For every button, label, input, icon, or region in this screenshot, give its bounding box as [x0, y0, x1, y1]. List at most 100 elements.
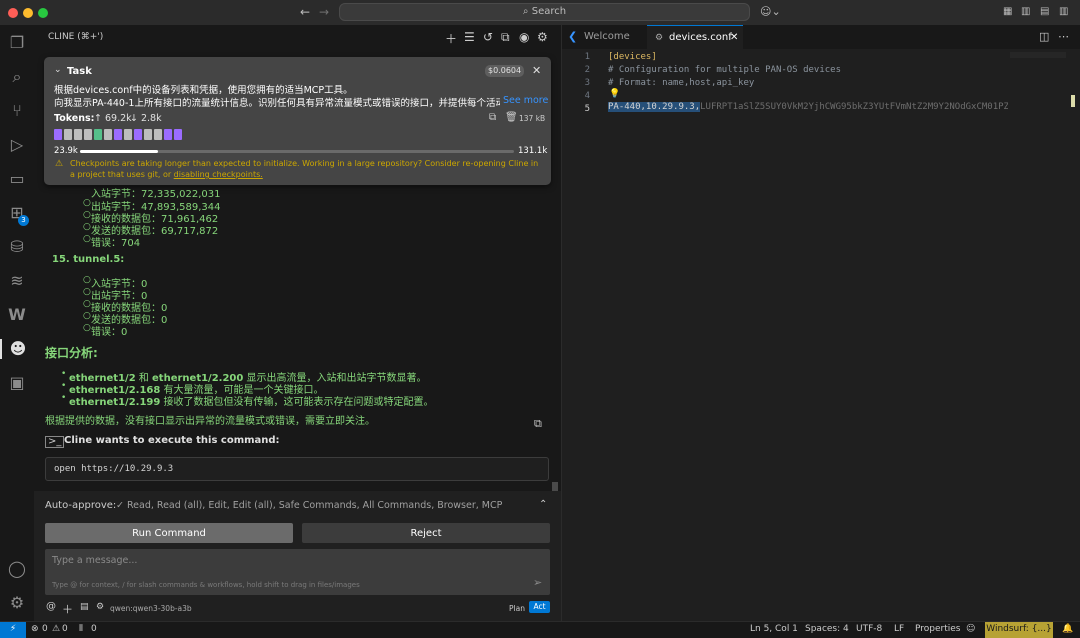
encoding[interactable]: UTF-8 — [856, 622, 882, 637]
tokens-down: ↓ 2.8k — [130, 113, 162, 124]
send-icon[interactable]: ➢ — [533, 576, 542, 589]
copy-icon[interactable]: ⧉ — [534, 417, 542, 431]
search-icon[interactable]: ⌕ — [0, 67, 34, 87]
see-more-link[interactable]: See more — [503, 95, 548, 106]
package-icon[interactable]: ▣ — [0, 373, 34, 393]
task-size: 137 kB — [519, 114, 546, 123]
command-code-block: open https://10.29.9.3 — [45, 457, 549, 481]
errors-icon[interactable]: ⊗ — [31, 622, 39, 637]
windsurf-status[interactable]: Windsurf: {...} — [985, 622, 1053, 638]
auto-approve-settings[interactable]: ✓ Read, Read (all), Edit, Edit (all), Sa… — [116, 500, 502, 511]
layers-icon[interactable]: ≋ — [0, 271, 34, 291]
task-card: ⌄ Task $0.0604 ✕ 根据devices.conf中的设备列表和凭据… — [44, 57, 551, 185]
analysis-heading: 接口分析: — [45, 346, 98, 360]
close-window-button[interactable] — [8, 8, 18, 18]
command-center-search[interactable]: ⌕ Search — [339, 3, 750, 21]
remote-indicator-icon[interactable]: ⚡ — [0, 622, 26, 638]
message-placeholder: Type a message... — [52, 555, 138, 566]
plan-toggle[interactable]: Plan — [509, 604, 525, 613]
cursor-position[interactable]: Ln 5, Col 1 — [750, 622, 798, 637]
tokens-label: Tokens: — [54, 113, 95, 124]
database-icon[interactable]: ⛁ — [0, 237, 34, 257]
bullet-icon: • — [61, 369, 67, 379]
task-label: Task — [67, 66, 92, 77]
indentation[interactable]: Spaces: 4 — [805, 622, 849, 637]
rules-icon[interactable]: ▤ — [80, 602, 89, 612]
terminal-icon: >_ — [45, 436, 65, 448]
customize-layout-icon[interactable]: ▦ — [1003, 5, 1012, 19]
cline-icon[interactable]: ☻ — [0, 339, 34, 359]
code-line: # Configuration for multiple PAN-OS devi… — [608, 65, 841, 75]
minimap[interactable] — [1010, 52, 1066, 58]
code-editor[interactable]: 1 [devices] 2 # Configuration for multip… — [562, 49, 1080, 621]
code-line: PA-440,10.29.9.3,LUFRPT1aSlZ5SUY0VkM2Yjh… — [608, 102, 1008, 112]
bullet-icon: ○ — [83, 234, 91, 244]
tab-welcome[interactable]: ❮ Welcome — [562, 25, 646, 49]
language-mode[interactable]: Properties — [915, 622, 960, 637]
account-icon[interactable]: ◯ — [0, 559, 34, 579]
add-context-icon[interactable]: ＋ — [62, 601, 73, 617]
run-debug-icon[interactable]: ▷ — [0, 135, 34, 155]
account-icon[interactable]: ◉ — [519, 30, 529, 44]
code-line: # Format: name,host,api_key — [608, 78, 755, 88]
toggle-secondary-sidebar-icon[interactable]: ▥ — [1059, 5, 1068, 19]
chevron-up-icon[interactable]: ⌃ — [539, 499, 547, 510]
bullet-icon: ○ — [83, 210, 91, 220]
reject-button[interactable]: Reject — [302, 523, 550, 543]
settings-icon[interactable]: ⚙ — [537, 30, 548, 44]
ports-icon[interactable]: ⦀ — [79, 622, 83, 637]
history-icon[interactable]: ↺ — [483, 30, 493, 44]
status-bar: ⚡ ⊗ 0 ⚠ 0 ⦀ 0 Ln 5, Col 1 Spaces: 4 UTF-… — [0, 621, 1080, 638]
close-icon[interactable]: ✕ — [532, 64, 541, 77]
tab-devices-conf[interactable]: ⚙ devices.conf ✕ — [647, 25, 743, 49]
message-input[interactable]: Type a message... Type @ for context, / … — [45, 549, 550, 595]
end-of-line[interactable]: LF — [894, 622, 904, 637]
zoom-window-button[interactable] — [38, 8, 48, 18]
search-label: Search — [531, 6, 567, 17]
code-line: [devices] — [608, 52, 657, 62]
remote-explorer-icon[interactable]: ▭ — [0, 169, 34, 189]
context-max: 131.1k — [518, 146, 548, 156]
bullet-icon: • — [61, 381, 67, 391]
context-window-fill — [80, 150, 159, 153]
settings-gear-icon[interactable]: ⚙ — [0, 593, 34, 613]
copilot-status-icon[interactable]: ☺ — [966, 622, 975, 637]
mention-icon[interactable]: @ — [46, 601, 56, 612]
split-editor-icon[interactable]: ◫ — [1039, 25, 1049, 49]
context-used: 23.9k — [54, 146, 78, 156]
lightbulb-icon[interactable]: 💡 — [609, 89, 620, 99]
chevron-down-icon[interactable]: ⌄ — [54, 65, 62, 75]
new-task-icon[interactable]: ＋ — [445, 30, 457, 47]
notifications-bell-icon[interactable]: 🔔 — [1062, 622, 1073, 637]
command-title: Cline wants to execute this command: — [64, 435, 280, 446]
mcp-icon[interactable]: ⚙ — [96, 602, 104, 612]
extensions-icon[interactable]: ⊞ 3 — [0, 203, 34, 226]
search-icon: ⌕ — [522, 6, 529, 17]
toggle-primary-sidebar-icon[interactable]: ▥ — [1021, 5, 1030, 19]
warnings-count[interactable]: 0 — [62, 622, 68, 637]
run-command-button[interactable]: Run Command — [45, 523, 293, 543]
minimize-window-button[interactable] — [23, 8, 33, 18]
copilot-icon[interactable]: ☺⌄ — [760, 5, 781, 19]
forward-arrow-icon[interactable]: → — [319, 5, 329, 19]
line-number: 4 — [584, 91, 590, 101]
delete-icon[interactable]: 🗑 — [505, 112, 518, 123]
close-tab-icon[interactable]: ✕ — [730, 26, 738, 50]
mcp-servers-icon[interactable]: ☰ — [464, 30, 475, 44]
explorer-icon[interactable]: ❐ — [0, 33, 34, 53]
errors-count[interactable]: 0 — [42, 622, 48, 637]
windsurf-icon[interactable]: W — [0, 305, 34, 325]
back-arrow-icon[interactable]: ← — [300, 5, 310, 19]
bullet-icon: ○ — [83, 323, 91, 333]
disable-checkpoints-link[interactable]: disabling checkpoints. — [174, 170, 263, 179]
toggle-panel-icon[interactable]: ▤ — [1040, 5, 1049, 19]
ports-count[interactable]: 0 — [91, 622, 97, 637]
warnings-icon[interactable]: ⚠ — [52, 622, 60, 637]
source-control-icon[interactable]: ⑂ — [0, 101, 34, 121]
model-selector[interactable]: qwen:qwen3-30b-a3b — [110, 604, 192, 613]
more-actions-icon[interactable]: ⋯ — [1058, 25, 1069, 49]
command-code: open https://10.29.9.3 — [54, 464, 174, 474]
popout-icon[interactable]: ⧉ — [501, 30, 510, 45]
act-toggle[interactable]: Act — [529, 601, 550, 613]
copy-icon[interactable]: ⧉ — [489, 112, 496, 123]
